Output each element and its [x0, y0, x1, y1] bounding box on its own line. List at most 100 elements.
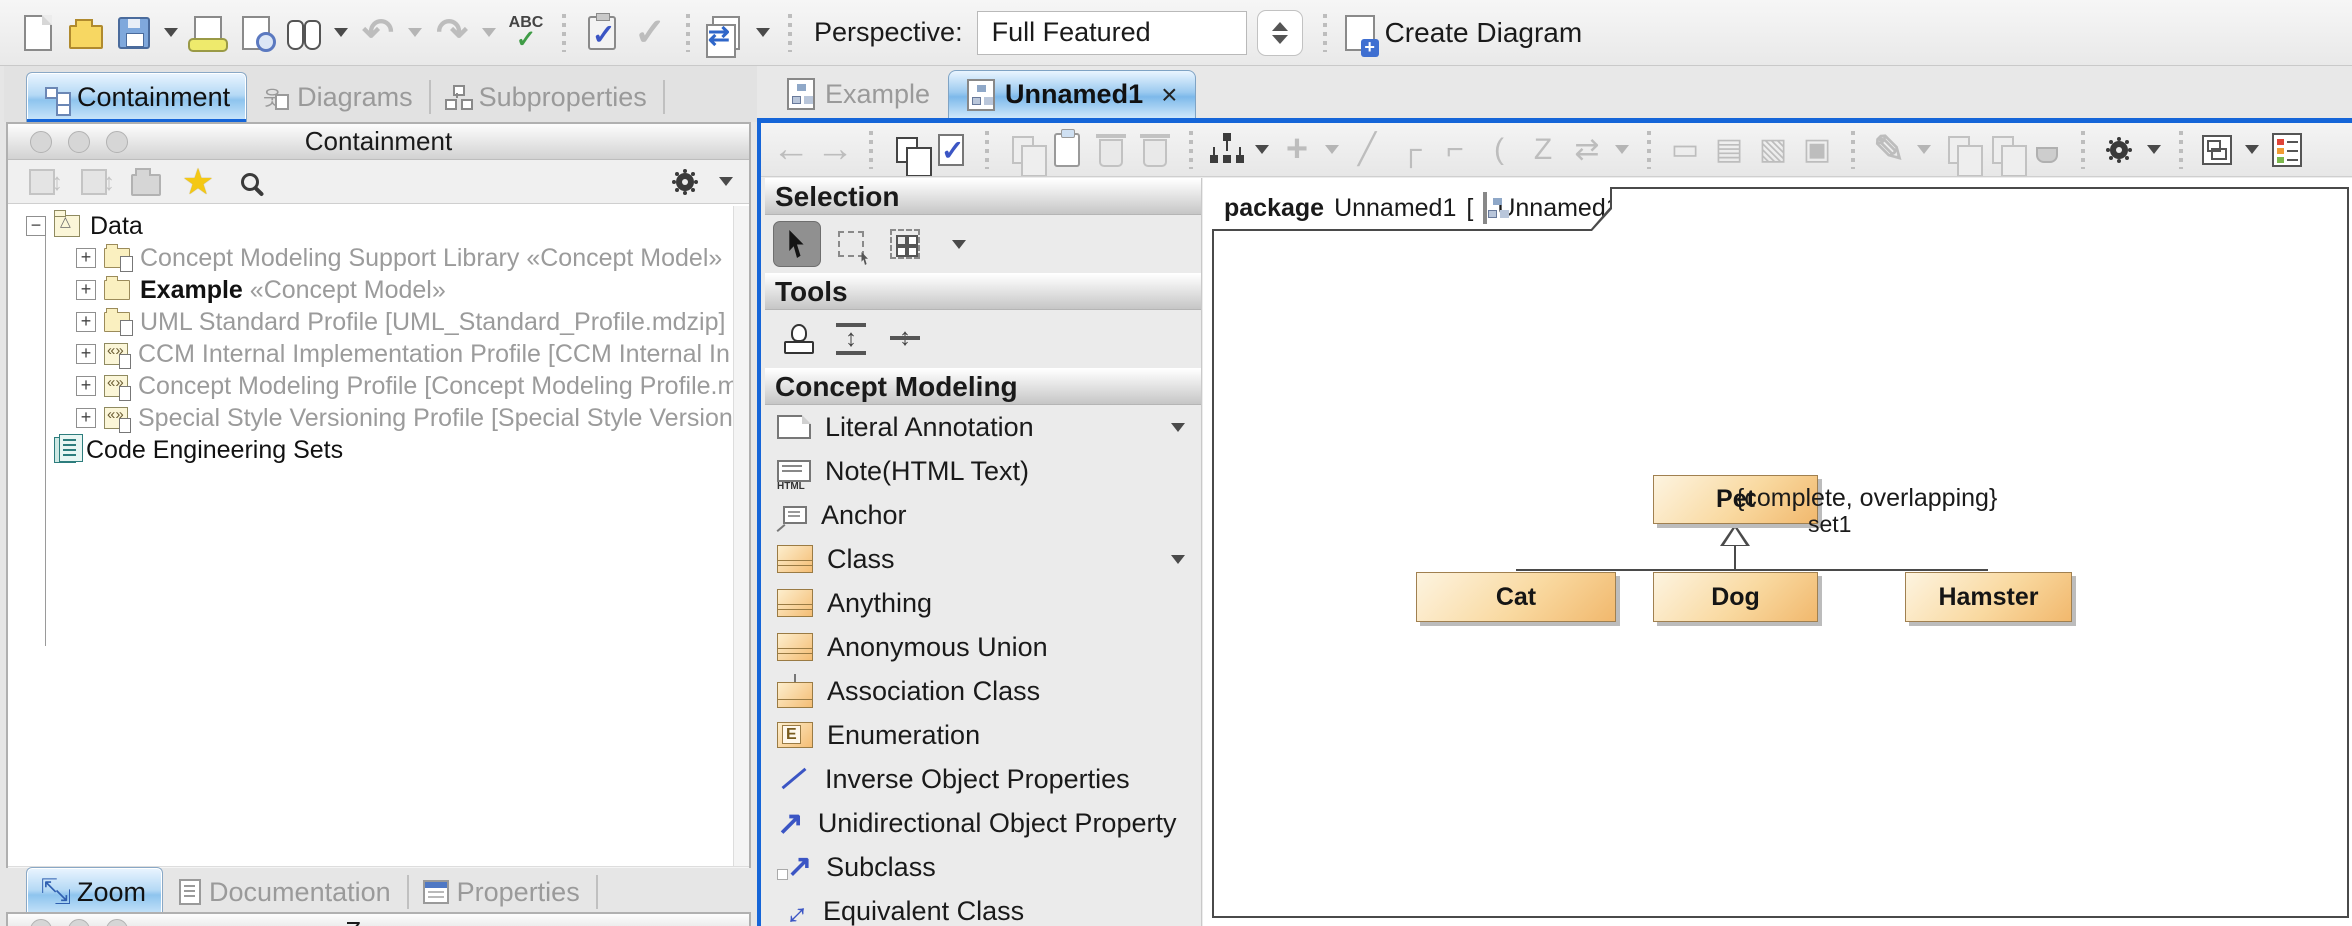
transform-icon[interactable]	[702, 9, 750, 57]
copy-icon[interactable]	[1001, 126, 1045, 174]
tree-item[interactable]: +Concept Modeling Profile [Concept Model…	[76, 370, 738, 402]
fill-color-icon[interactable]	[2025, 126, 2069, 174]
marquee-select-button[interactable]	[827, 221, 875, 267]
options-gear-icon[interactable]	[661, 158, 709, 206]
perspective-stepper[interactable]	[1257, 10, 1303, 56]
diagram-tab-unnamed1[interactable]: Unnamed1×	[948, 70, 1196, 118]
find-icon[interactable]	[280, 9, 328, 57]
tree-item[interactable]: +Special Style Versioning Profile [Speci…	[76, 402, 738, 434]
delete-from-diagram-icon[interactable]	[1133, 126, 1177, 174]
save-icon[interactable]	[110, 9, 158, 57]
uml-class-hamster[interactable]: Hamster	[1905, 572, 2072, 622]
print-preview-icon[interactable]	[232, 9, 280, 57]
swap-ends-icon[interactable]: ⇄	[1565, 126, 1609, 174]
check-icon[interactable]: ✓	[626, 9, 674, 57]
open-in-new-tab-icon[interactable]	[122, 158, 170, 206]
layout-tree-icon[interactable]	[1205, 126, 1249, 174]
insert-space-tool-button[interactable]: ↕	[827, 316, 875, 362]
oblique-path-icon[interactable]: ╱	[1345, 126, 1389, 174]
palette-item-note-html-text-[interactable]: Note(HTML Text)	[765, 449, 1201, 493]
palette-item-anonymous-union[interactable]: Anonymous Union	[765, 625, 1201, 669]
delete-icon[interactable]	[1089, 126, 1133, 174]
diagram-settings-gear-icon[interactable]	[2097, 126, 2141, 174]
generalization-horizontal-line[interactable]	[1516, 569, 1988, 571]
panel-window-buttons[interactable]	[30, 131, 128, 153]
tree-item[interactable]: +CCM Internal Implementation Profile [CC…	[76, 338, 730, 370]
spline-path-icon[interactable]: Z	[1521, 126, 1565, 174]
favorites-icon[interactable]: ★	[174, 158, 222, 206]
palette-item-equivalent-class[interactable]: ↔Equivalent Class	[765, 889, 1201, 926]
palette-item-literal-annotation[interactable]: Literal Annotation	[765, 405, 1201, 449]
expand-expander[interactable]: +	[76, 312, 96, 332]
print-icon[interactable]	[184, 9, 232, 57]
palette-item-inverse-object-properties[interactable]: Inverse Object Properties	[765, 757, 1201, 801]
tree-item[interactable]: +UML Standard Profile [UML_Standard_Prof…	[76, 306, 725, 338]
panel-window-buttons[interactable]	[30, 919, 128, 926]
diagram-tab-example[interactable]: Example	[769, 70, 948, 118]
redo-icon[interactable]: ↷	[428, 9, 476, 57]
new-project-icon[interactable]	[14, 9, 62, 57]
bring-forward-icon[interactable]	[1937, 126, 1981, 174]
generalization-vertical-line[interactable]	[1734, 546, 1736, 570]
shape-icon[interactable]: ▣	[1795, 126, 1839, 174]
quick-relayout-icon[interactable]: +	[1275, 126, 1319, 174]
quick-search-icon[interactable]	[226, 158, 274, 206]
palette-item-subclass[interactable]: ↗Subclass	[765, 845, 1201, 889]
image-shape-icon[interactable]: ▧	[1751, 126, 1795, 174]
expand-node-icon[interactable]	[18, 158, 66, 206]
diagram-check-icon[interactable]	[929, 126, 973, 174]
palette-item-anchor[interactable]: Anchor	[765, 493, 1201, 537]
template-dropdown[interactable]	[2245, 145, 2259, 154]
find-dropdown[interactable]	[334, 28, 348, 37]
bent-path-icon[interactable]: ⌐	[1433, 126, 1477, 174]
curved-path-icon[interactable]: (	[1477, 126, 1521, 174]
tab-properties[interactable]: Properties	[407, 867, 596, 917]
diagram-canvas[interactable]: package Unnamed1 [ Unnamed1 ] PetCatDogH…	[1203, 178, 2352, 926]
collapse-node-icon[interactable]	[70, 158, 118, 206]
pen-style-icon[interactable]: ✎	[1867, 126, 1911, 174]
grid-icon[interactable]: ▤	[1707, 126, 1751, 174]
stamp-tool-button[interactable]	[773, 316, 821, 362]
send-backward-icon[interactable]	[1981, 126, 2025, 174]
settings-dropdown[interactable]	[2147, 145, 2161, 154]
save-dropdown[interactable]	[164, 28, 178, 37]
palette-item-association-class[interactable]: Association Class	[765, 669, 1201, 713]
open-project-icon[interactable]	[62, 9, 110, 57]
tree-vertical-scrollbar[interactable]	[733, 206, 749, 866]
validate-icon[interactable]	[578, 9, 626, 57]
expand-expander[interactable]: +	[76, 376, 96, 396]
pen-dropdown[interactable]	[1917, 145, 1931, 154]
tree-item[interactable]: +Concept Modeling Support Library «Conce…	[76, 242, 722, 274]
options-dropdown[interactable]	[719, 177, 733, 186]
transform-dropdown[interactable]	[756, 28, 770, 37]
collapse-expander[interactable]: −	[26, 216, 46, 236]
layout-template-icon[interactable]	[2195, 126, 2239, 174]
tab-containment[interactable]: Containment	[26, 72, 247, 122]
redo-dropdown[interactable]	[482, 28, 496, 37]
rectilinear-path-icon[interactable]: ┌	[1389, 126, 1433, 174]
relayout-dropdown[interactable]	[1325, 145, 1339, 154]
expand-expander[interactable]: +	[76, 408, 96, 428]
select-cursor-button[interactable]	[773, 221, 821, 267]
remove-space-tool-button[interactable]: ↕	[881, 316, 929, 362]
tab-documentation[interactable]: Documentation	[163, 867, 407, 917]
palette-item-enumeration[interactable]: Enumeration	[765, 713, 1201, 757]
expand-expander[interactable]: +	[76, 248, 96, 268]
tab-zoom[interactable]: Zoom	[26, 867, 163, 917]
legend-icon[interactable]	[2265, 126, 2309, 174]
perspective-select[interactable]: Full Featured	[977, 11, 1247, 55]
expand-expander[interactable]: +	[76, 344, 96, 364]
undo-icon[interactable]: ↶	[354, 9, 402, 57]
undo-dropdown[interactable]	[408, 28, 422, 37]
palette-item-anything[interactable]: Anything	[765, 581, 1201, 625]
make-same-size-icon[interactable]: ▭	[1663, 126, 1707, 174]
tab-diagrams[interactable]: Diagrams	[247, 72, 429, 122]
uml-class-cat[interactable]: Cat	[1416, 572, 1616, 622]
multi-select-button[interactable]	[881, 221, 929, 267]
back-icon[interactable]: ←	[769, 126, 813, 174]
tree-item[interactable]: −Data	[26, 210, 143, 242]
uml-class-dog[interactable]: Dog	[1653, 572, 1818, 622]
layout-dropdown[interactable]	[1255, 145, 1269, 154]
palette-item-unidirectional-object-property[interactable]: ↗Unidirectional Object Property	[765, 801, 1201, 845]
paste-icon[interactable]	[1045, 126, 1089, 174]
